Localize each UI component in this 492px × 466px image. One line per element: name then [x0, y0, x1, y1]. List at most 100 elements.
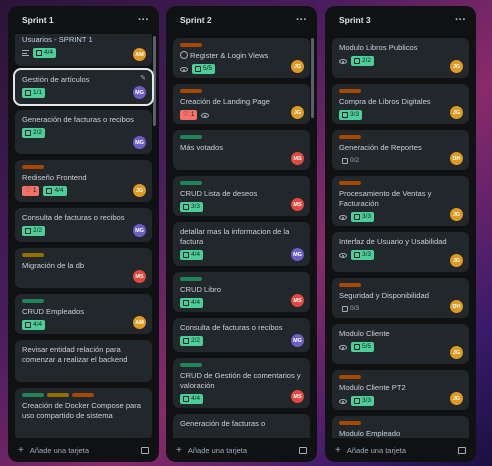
- card[interactable]: Procesamiento de Ventas y Facturación 3/…: [332, 176, 469, 226]
- card[interactable]: Más votados MS: [173, 130, 310, 170]
- complete-circle-icon[interactable]: [180, 51, 188, 59]
- template-icon[interactable]: [141, 446, 149, 454]
- card-title: Generación de facturas o recibos: [22, 115, 134, 124]
- label-green[interactable]: [180, 135, 202, 139]
- label-orange[interactable]: [339, 135, 361, 139]
- card-title: detallar mas la informacion de la factur…: [180, 227, 290, 246]
- avatar[interactable]: MS: [291, 198, 304, 211]
- label-orange[interactable]: [180, 43, 202, 47]
- list-title[interactable]: Sprint 1: [22, 15, 54, 25]
- card[interactable]: Generación de Reportes 0/2 DH: [332, 130, 469, 170]
- avatar[interactable]: JG: [450, 60, 463, 73]
- label-green[interactable]: [180, 181, 202, 185]
- label-orange[interactable]: [180, 89, 202, 93]
- avatar[interactable]: MG: [133, 136, 146, 149]
- avatar[interactable]: DH: [450, 300, 463, 313]
- list-menu-icon[interactable]: ···: [296, 14, 307, 26]
- label-orange[interactable]: [339, 375, 361, 379]
- avatar[interactable]: JG: [450, 346, 463, 359]
- card[interactable]: Compra de Libros Digitales 3/3 JG: [332, 84, 469, 124]
- card[interactable]: CRUD Libro 4/4 MS: [173, 272, 310, 312]
- card[interactable]: Consulta de facturas o recibos 2/2 MG: [15, 208, 152, 242]
- add-card-button[interactable]: + Añade una tarjeta: [176, 445, 247, 456]
- card[interactable]: Seguridad y Disponibilidad 0/3 DH: [332, 278, 469, 318]
- label-orange[interactable]: [339, 421, 361, 425]
- checklist-badge: 3/3: [339, 110, 363, 120]
- avatar[interactable]: DH: [450, 152, 463, 165]
- card[interactable]: Modulo Libros Publicos 2/2 JG: [332, 38, 469, 78]
- add-card-button[interactable]: + Añade una tarjeta: [18, 445, 89, 456]
- card[interactable]: Rediseño Frontend ♡ 1 4/4 JG: [15, 160, 152, 202]
- label-green[interactable]: [22, 393, 44, 397]
- avatar[interactable]: JG: [450, 208, 463, 221]
- avatar[interactable]: JG: [291, 60, 304, 73]
- avatar[interactable]: MS: [133, 270, 146, 283]
- card[interactable]: detallar mas la informacion de la factur…: [173, 222, 310, 266]
- card[interactable]: Modulo Empleado: [332, 416, 469, 438]
- checklist-icon: [354, 398, 360, 404]
- card[interactable]: Generación de facturas o recibos 2/2 MG: [15, 110, 152, 154]
- avatar[interactable]: MG: [133, 224, 146, 237]
- list-header[interactable]: Sprint 2 ···: [166, 6, 317, 34]
- card[interactable]: CRUD de Gestión de comentarios y valorac…: [173, 358, 310, 408]
- card[interactable]: Migración de la db MS: [15, 248, 152, 288]
- label-orange[interactable]: [339, 89, 361, 93]
- label-orange[interactable]: [22, 165, 44, 169]
- avatar[interactable]: AM: [133, 316, 146, 329]
- avatar[interactable]: MS: [291, 390, 304, 403]
- card[interactable]: Consulta de facturas o recibos 2/2 MG: [173, 318, 310, 352]
- avatar[interactable]: MG: [291, 334, 304, 347]
- checklist-icon: [25, 130, 31, 136]
- card[interactable]: CRUD Lista de deseos 3/3 MS: [173, 176, 310, 216]
- label-yellow[interactable]: [47, 393, 69, 397]
- label-green[interactable]: [180, 363, 202, 367]
- card[interactable]: Interfaz de Usuario y Usabilidad 3/3 JG: [332, 232, 469, 272]
- avatar[interactable]: MS: [291, 294, 304, 307]
- avatar[interactable]: AM: [133, 48, 146, 61]
- plus-icon: +: [335, 444, 341, 456]
- template-icon[interactable]: [458, 446, 466, 454]
- description-icon: [22, 50, 29, 56]
- add-card-button[interactable]: + Añade una tarjeta: [335, 445, 406, 456]
- card[interactable]: Revisar entidad relación para comenzar a…: [15, 340, 152, 382]
- card[interactable]: Generación de facturas o: [173, 414, 310, 438]
- card[interactable]: Usuarios - SPRINT 1 4/4 AM: [15, 34, 152, 66]
- avatar[interactable]: JG: [291, 106, 304, 119]
- card[interactable]: Creación de Landing Page ♡ 1 JG: [173, 84, 310, 124]
- list-title[interactable]: Sprint 3: [339, 15, 371, 25]
- label-orange[interactable]: [72, 393, 94, 397]
- avatar[interactable]: MS: [291, 152, 304, 165]
- list-title[interactable]: Sprint 2: [180, 15, 212, 25]
- card-title: Migración de la db: [22, 261, 85, 270]
- heart-icon: ♡: [183, 111, 189, 118]
- avatar[interactable]: JG: [450, 392, 463, 405]
- checklist-badge: 4/4: [180, 298, 204, 308]
- card[interactable]: CRUD Empleados 4/4 AM: [15, 294, 152, 334]
- avatar[interactable]: MG: [133, 86, 146, 99]
- avatar[interactable]: JG: [450, 106, 463, 119]
- card[interactable]: Gestión de artículos ✎ 1/1 MG: [13, 68, 154, 106]
- card[interactable]: Register & Login Views 5/5 JG: [173, 38, 310, 78]
- scrollbar[interactable]: [311, 38, 314, 118]
- avatar[interactable]: MG: [291, 248, 304, 261]
- comment-badge: ♡ 1: [180, 110, 198, 120]
- label-green[interactable]: [22, 299, 44, 303]
- checklist-badge: 4/4: [180, 250, 204, 260]
- card[interactable]: Modulo Cliente 5/5 JG: [332, 324, 469, 364]
- list-menu-icon[interactable]: ···: [138, 14, 149, 26]
- label-yellow[interactable]: [22, 253, 44, 257]
- label-orange[interactable]: [339, 181, 361, 185]
- card[interactable]: Modulo Cliente PT2 3/3 JG: [332, 370, 469, 410]
- list-header[interactable]: Sprint 1 ···: [8, 6, 159, 34]
- edit-icon[interactable]: ✎: [140, 74, 146, 84]
- card[interactable]: Creación de Docker Compose para uso comp…: [15, 388, 152, 438]
- label-green[interactable]: [180, 277, 202, 281]
- watch-icon: [201, 112, 210, 118]
- scrollbar[interactable]: [153, 36, 156, 126]
- template-icon[interactable]: [299, 446, 307, 454]
- label-orange[interactable]: [339, 283, 361, 287]
- avatar[interactable]: JG: [450, 254, 463, 267]
- list-header[interactable]: Sprint 3 ···: [325, 6, 476, 34]
- avatar[interactable]: JG: [133, 184, 146, 197]
- list-menu-icon[interactable]: ···: [455, 14, 466, 26]
